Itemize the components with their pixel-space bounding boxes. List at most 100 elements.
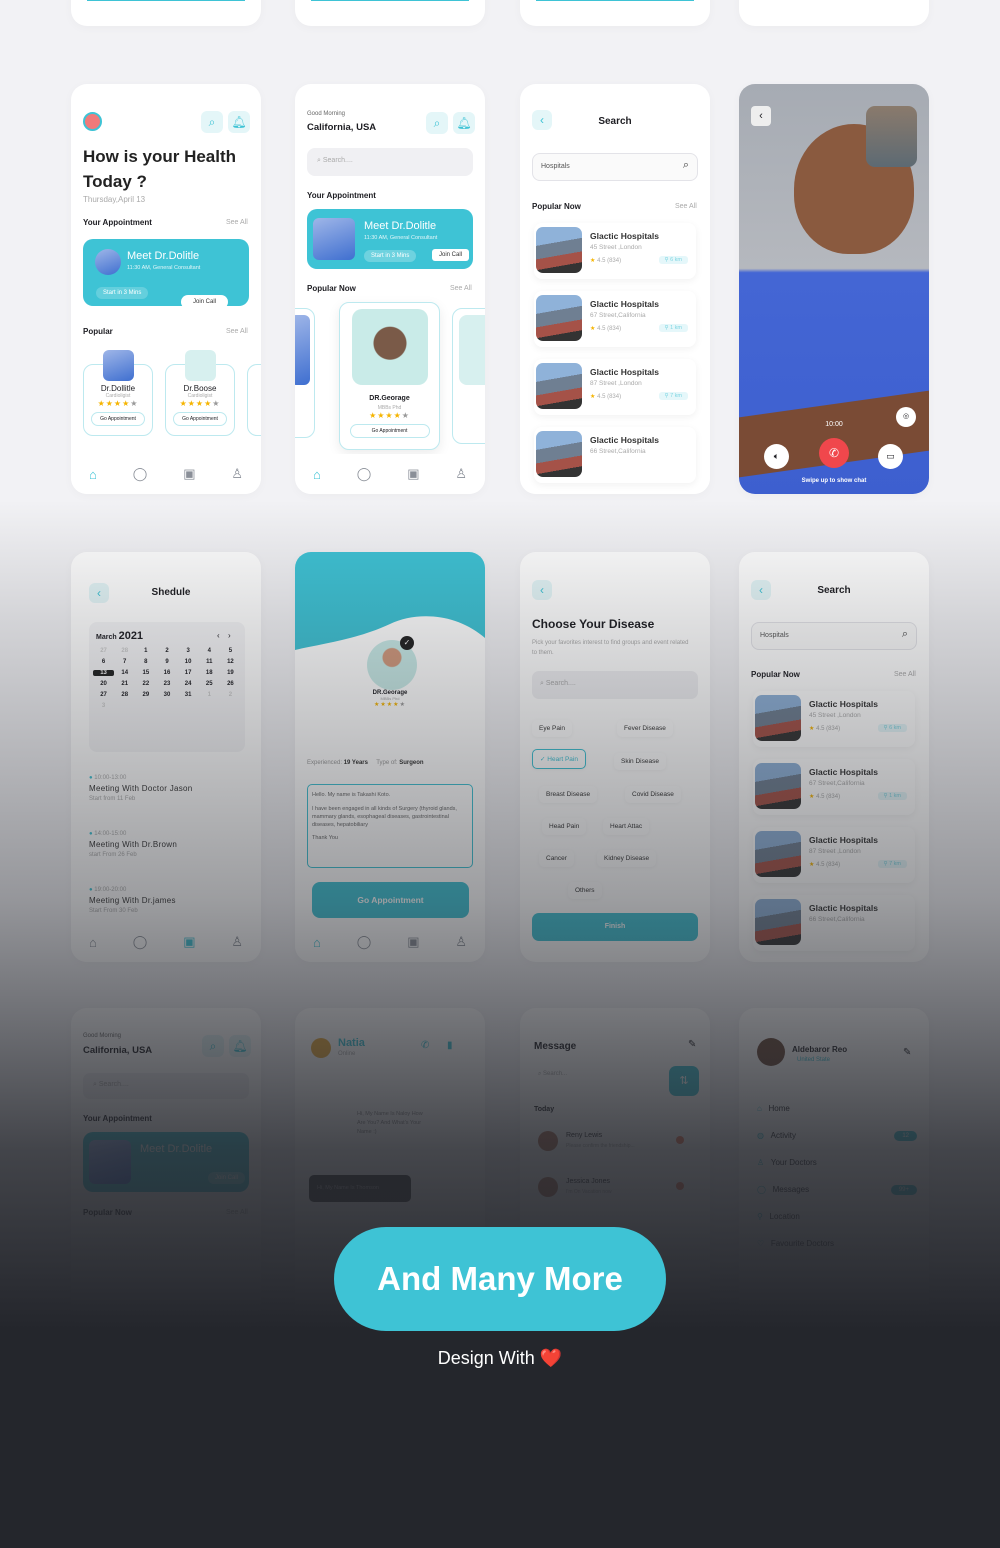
profile-icon[interactable]: ♙ <box>231 466 243 482</box>
calendar-day[interactable]: 1 <box>135 648 156 654</box>
calendar-day[interactable]: 8 <box>135 659 156 665</box>
edit-icon[interactable]: ✎ <box>903 1047 911 1058</box>
see-all-link[interactable]: See All <box>226 219 248 226</box>
calendar-day[interactable]: 19 <box>220 670 241 676</box>
search-input[interactable]: ⌕ Search.... <box>83 1073 249 1099</box>
bell-icon[interactable]: 🔔︎ <box>229 1035 251 1057</box>
back-icon[interactable]: ‹ <box>532 580 552 600</box>
calendar-day[interactable]: 9 <box>156 659 177 665</box>
join-call-button[interactable]: Join Call <box>208 1172 246 1184</box>
calendar-day[interactable]: 5 <box>220 648 241 654</box>
disease-chip[interactable]: ✓ Heart Pain <box>532 749 586 769</box>
calendar-day[interactable]: 11 <box>199 659 220 665</box>
doctor-card-partial[interactable] <box>452 308 485 444</box>
meeting-item[interactable]: ● 10:00-13:00 Meeting With Doctor Jason … <box>89 775 261 802</box>
calendar-day[interactable]: 1 <box>199 692 220 698</box>
chat-icon[interactable]: ◯ <box>357 466 372 482</box>
calendar-day[interactable]: 13 <box>93 670 115 676</box>
next-month-icon[interactable]: › <box>228 631 231 640</box>
disease-chip[interactable]: Eye Pain <box>532 720 573 737</box>
appointment-card[interactable]: Meet Dr.Dolitle 11:30 AM, General Consul… <box>307 209 473 269</box>
chat-icon[interactable]: ◯ <box>133 934 148 950</box>
meeting-item[interactable]: ● 14:00-15:00 Meeting With Dr.Brown star… <box>89 831 261 858</box>
calendar-icon[interactable]: ▣ <box>183 934 195 950</box>
calendar-day[interactable]: 25 <box>199 681 220 687</box>
appointment-card[interactable]: Meet Dr.Dolitle Join Call <box>83 1132 249 1192</box>
calendar-day[interactable]: 30 <box>156 692 177 698</box>
filter-button[interactable]: ⇅ <box>669 1066 699 1096</box>
menu-item[interactable]: ◍ Activity 12 <box>757 1131 917 1147</box>
calendar-day[interactable]: 27 <box>93 648 114 654</box>
doctor-card-partial[interactable] <box>247 364 261 436</box>
calendar-day[interactable]: 18 <box>199 670 220 676</box>
join-call-button[interactable]: Join Call <box>432 249 470 261</box>
speaker-button[interactable]: 🔈︎ <box>764 444 789 469</box>
search-icon[interactable]: ⌕ <box>202 1035 224 1057</box>
search-input[interactable]: ⌕ Search.... <box>307 148 473 176</box>
doctor-card[interactable]: Dr.Boose Cardioligist ★★★★★ Go Appointme… <box>165 350 235 436</box>
see-all-link[interactable]: See All <box>450 285 472 292</box>
doctor-card[interactable]: Dr.Dollitle Cardioligist ★★★★★ Go Appoin… <box>83 350 153 436</box>
disease-chip[interactable]: Cancer <box>539 850 574 867</box>
avatar[interactable] <box>83 112 102 131</box>
search-input[interactable]: ⌕ Search.... <box>532 671 698 699</box>
disease-chip[interactable]: Skin Disease <box>614 753 666 770</box>
see-all-link[interactable]: See All <box>226 1209 248 1216</box>
back-button[interactable]: ‹ <box>751 106 771 126</box>
compose-icon[interactable]: ✎ <box>688 1039 696 1050</box>
hospital-card[interactable]: Glactic Hospitals 66 Street,California <box>534 427 696 483</box>
home-icon[interactable]: ⌂ <box>313 467 321 482</box>
calendar-day[interactable]: 21 <box>114 681 135 687</box>
video-icon[interactable]: ▮ <box>447 1040 453 1051</box>
search-icon[interactable]: ⌕ <box>902 628 908 641</box>
search-icon[interactable]: ⌕ <box>683 159 689 172</box>
end-call-button[interactable]: ✆ <box>819 438 849 468</box>
calendar-day[interactable]: 22 <box>135 681 156 687</box>
calendar-day[interactable]: 3 <box>178 648 199 654</box>
message-item[interactable]: Jessica Jones I'm On Vacation now <box>538 1174 698 1204</box>
calendar-day[interactable]: 23 <box>156 681 177 687</box>
calendar-day[interactable]: 10 <box>178 659 199 665</box>
calendar-day[interactable]: 31 <box>178 692 199 698</box>
bell-icon[interactable]: 🔔︎ <box>228 111 250 133</box>
profile-icon[interactable]: ♙ <box>231 934 243 950</box>
disease-chip[interactable]: Breast Disease <box>539 786 598 803</box>
menu-item[interactable]: ⚲ Location <box>757 1212 917 1228</box>
calendar-day[interactable]: 20 <box>93 681 114 687</box>
prev-month-icon[interactable]: ‹ <box>217 631 220 640</box>
calendar-day[interactable]: 28 <box>114 648 135 654</box>
calendar-day[interactable]: 12 <box>220 659 241 665</box>
hospital-card[interactable]: Glactic Hospitals 87 Street ,London ★ 4.… <box>753 827 915 883</box>
calendar-icon[interactable]: ▣ <box>183 466 195 482</box>
finish-button[interactable]: Finish <box>532 913 698 941</box>
doctor-card[interactable]: DR.Georage MBBs Phd ★★★★★ Go Appointment <box>339 302 440 450</box>
calendar-day[interactable]: 27 <box>93 692 114 698</box>
go-appointment-button[interactable]: Go Appointment <box>349 424 430 438</box>
chat-icon[interactable]: ◯ <box>133 466 148 482</box>
calendar-day[interactable]: 24 <box>178 681 199 687</box>
hospital-card[interactable]: Glactic Hospitals 67 Street,California ★… <box>534 291 696 347</box>
hospital-card[interactable]: Glactic Hospitals 45 Street ,London ★ 4.… <box>753 691 915 747</box>
menu-item[interactable]: ♡ Favourite Doctors <box>757 1239 917 1255</box>
calendar-day[interactable]: 14 <box>114 670 135 676</box>
menu-item[interactable]: ♙ Your Doctors <box>757 1158 917 1174</box>
menu-item[interactable]: ◯ Messages 99+ <box>757 1185 917 1201</box>
search-icon[interactable]: ⌕ <box>201 111 223 133</box>
hospital-card[interactable]: Glactic Hospitals 66 Street,California <box>753 895 915 951</box>
calendar-day[interactable]: 4 <box>199 648 220 654</box>
video-toggle-button[interactable]: ▭ <box>878 444 903 469</box>
go-appointment-button[interactable]: Go Appointment <box>90 412 146 426</box>
calendar-day[interactable]: 7 <box>114 659 135 665</box>
chat-icon[interactable]: ◯ <box>357 934 372 950</box>
bell-icon[interactable]: 🔔︎ <box>453 112 475 134</box>
calendar-day[interactable]: 3 <box>93 703 114 709</box>
search-icon[interactable]: ⌕ <box>426 112 448 134</box>
see-all-link[interactable]: See All <box>675 203 697 210</box>
hospital-card[interactable]: Glactic Hospitals 45 Street ,London ★ 4.… <box>534 223 696 279</box>
disease-chip[interactable]: Fever Disease <box>617 720 673 737</box>
appointment-card[interactable]: Meet Dr.Dolitle 11:30 AM, General Consul… <box>83 239 249 309</box>
join-call-button[interactable]: Join Call <box>181 295 229 309</box>
see-all-link[interactable]: See All <box>894 671 916 678</box>
profile-icon[interactable]: ♙ <box>455 934 467 950</box>
calendar-icon[interactable]: ▣ <box>407 466 419 482</box>
